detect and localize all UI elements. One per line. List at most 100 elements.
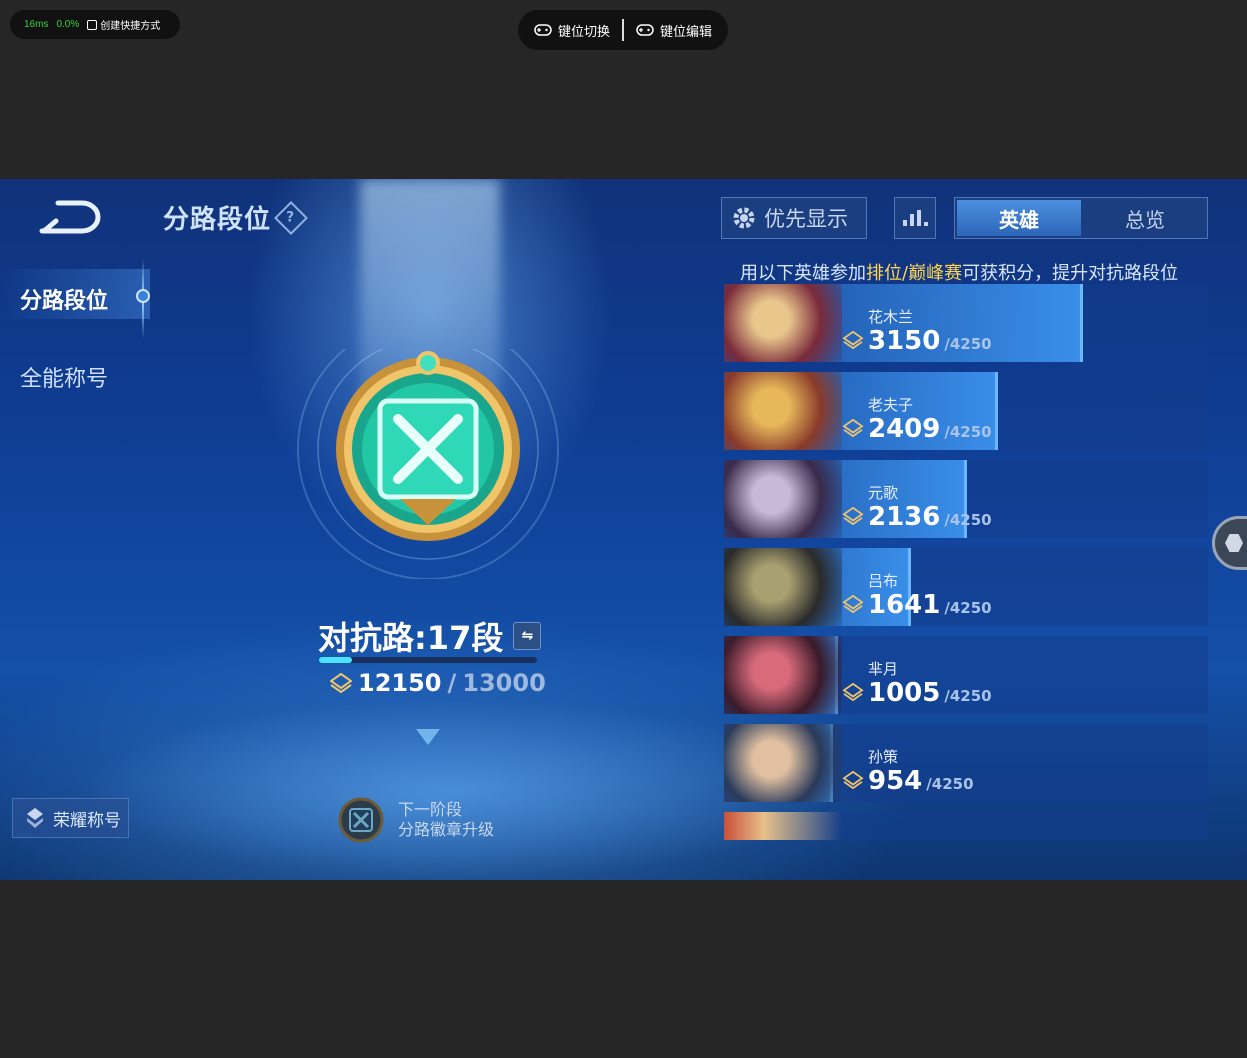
gear-icon xyxy=(733,207,755,229)
points-icon xyxy=(842,331,864,349)
hero-score: 2409/4250 xyxy=(842,414,992,444)
hero-row[interactable]: 花木兰 3150/4250 xyxy=(724,284,1208,362)
key-switch-label: 键位切换 xyxy=(557,24,610,40)
next-stage-info: 下一阶段 分路徽章升级 xyxy=(338,797,494,843)
points-icon xyxy=(330,673,352,693)
rank-score: 12150/13000 xyxy=(330,669,546,697)
hero-row[interactable]: 元歌 2136/4250 xyxy=(724,460,1208,538)
create-shortcut-button[interactable]: 创建快捷方式 xyxy=(87,17,160,32)
hero-row[interactable]: 吕布 1641/4250 xyxy=(724,548,1208,626)
hero-portrait xyxy=(724,548,842,626)
game-viewport: 分路段位 ? 分路段位 全能称号 荣耀称号 对抗路:17段 ⇋ 12150 / … xyxy=(0,179,1247,880)
hero-score-points: 954 xyxy=(868,766,923,796)
points-icon xyxy=(842,771,864,789)
hero-score-max: /4250 xyxy=(944,599,992,617)
hero-list[interactable]: 花木兰 3150/4250 老夫子 2409/4250 元歌 2136/4250 吕布 164… xyxy=(724,284,1208,840)
hero-name: 芈月 xyxy=(868,660,899,678)
rank-title-text: 对抗路:17段 xyxy=(318,619,504,657)
hero-score-points: 3150 xyxy=(868,326,941,356)
hero-name: 孙策 xyxy=(868,748,899,766)
hero-score-max: /4250 xyxy=(944,511,992,529)
hero-score: 954/4250 xyxy=(842,766,974,796)
hero-score-points: 2409 xyxy=(868,414,941,444)
next-badge-icon xyxy=(338,797,384,843)
hero-name: 老夫子 xyxy=(868,396,914,414)
rank-progress-fill xyxy=(319,657,352,663)
points-icon xyxy=(842,507,864,525)
hero-portrait xyxy=(724,284,842,362)
priority-display-button[interactable]: 优先显示 xyxy=(721,197,867,239)
hero-row-partial[interactable] xyxy=(724,812,1208,840)
honor-title-button[interactable]: 荣耀称号 xyxy=(12,798,129,838)
honor-title-label: 荣耀称号 xyxy=(53,810,121,831)
hint-prefix: 用以下英雄参加 xyxy=(740,263,866,284)
rank-score-current: 12150 xyxy=(358,669,442,697)
rank-progress-bar xyxy=(319,657,537,663)
tab-overview[interactable]: 总览 xyxy=(1083,198,1207,238)
hero-score: 1641/4250 xyxy=(842,590,992,620)
hero-name: 元歌 xyxy=(868,484,899,502)
shortcut-icon xyxy=(87,19,98,30)
points-icon xyxy=(842,683,864,701)
hero-hint-text: 用以下英雄参加排位/巅峰赛可获积分，提升对抗路段位 xyxy=(740,259,1178,285)
hero-name: 吕布 xyxy=(868,572,899,590)
honor-emblem-icon xyxy=(27,808,43,828)
hero-score-points: 2136 xyxy=(868,502,941,532)
view-tabs: 英雄 总览 xyxy=(954,197,1208,239)
hero-score: 1005/4250 xyxy=(842,678,992,708)
rank-title: 对抗路:17段 ⇋ xyxy=(318,613,542,659)
help-icon[interactable]: ? xyxy=(274,200,308,235)
priority-display-label: 优先显示 xyxy=(764,207,848,231)
nav-active-dot xyxy=(136,289,150,303)
hero-row[interactable]: 芈月 1005/4250 xyxy=(724,636,1208,714)
points-icon xyxy=(842,419,864,437)
keymap-toolbar: 键位切换 键位编辑 xyxy=(518,10,728,50)
sidebar-item-lane-rank[interactable]: 分路段位 xyxy=(20,283,108,315)
hero-score-max: /4250 xyxy=(944,687,992,705)
packet-loss-readout: 0.0% xyxy=(56,19,80,30)
side-panel-handle[interactable] xyxy=(1212,516,1247,570)
hero-name: 花木兰 xyxy=(868,308,914,326)
page-title-text: 分路段位 xyxy=(163,205,272,235)
sidebar-item-all-round-title[interactable]: 全能称号 xyxy=(20,361,108,393)
help-glyph: ? xyxy=(286,209,296,226)
page-title: 分路段位 ? xyxy=(163,199,308,236)
key-edit-button[interactable]: 键位编辑 xyxy=(624,21,724,40)
hero-portrait xyxy=(724,724,842,802)
bar-chart-icon xyxy=(902,220,907,226)
points-icon xyxy=(842,595,864,613)
performance-pill: 16ms 0.0% 创建快捷方式 xyxy=(10,10,180,39)
back-arrow-icon[interactable] xyxy=(38,199,104,235)
next-stage-desc: 分路徽章升级 xyxy=(398,820,495,839)
lane-badge-emblem xyxy=(297,349,559,579)
hero-score-points: 1641 xyxy=(868,590,941,620)
key-switch-button[interactable]: 键位切换 xyxy=(522,21,622,40)
gamepad-icon xyxy=(534,24,552,36)
hero-row[interactable]: 老夫子 2409/4250 xyxy=(724,372,1208,450)
hero-portrait xyxy=(724,460,842,538)
hint-suffix: 可获积分，提升对抗路段位 xyxy=(962,263,1179,284)
hero-score: 2136/4250 xyxy=(842,502,992,532)
hero-score: 3150/4250 xyxy=(842,326,992,356)
hero-score-max: /4250 xyxy=(944,423,992,441)
hero-row[interactable]: 孙策 954/4250 xyxy=(724,724,1208,802)
chevron-down-icon xyxy=(416,729,440,745)
rank-score-separator: / xyxy=(447,669,457,697)
hero-score-max: /4250 xyxy=(926,775,974,793)
tab-heroes[interactable]: 英雄 xyxy=(957,200,1081,236)
create-shortcut-label: 创建快捷方式 xyxy=(100,21,161,32)
gamepad-icon xyxy=(636,24,654,36)
hero-score-max: /4250 xyxy=(944,335,992,353)
bar-chart-icon xyxy=(923,222,928,226)
hero-portrait xyxy=(724,372,842,450)
hexagon-icon xyxy=(1225,534,1243,552)
stats-chart-button[interactable] xyxy=(894,197,936,239)
key-edit-label: 键位编辑 xyxy=(660,24,713,40)
hero-portrait xyxy=(724,636,842,714)
hero-score-points: 1005 xyxy=(868,678,941,708)
latency-readout: 16ms xyxy=(24,19,49,30)
swap-lane-button[interactable]: ⇋ xyxy=(513,622,542,650)
bar-chart-icon xyxy=(916,210,921,226)
rank-score-max: 13000 xyxy=(462,669,546,697)
hint-highlight: 排位/巅峰赛 xyxy=(866,263,963,284)
